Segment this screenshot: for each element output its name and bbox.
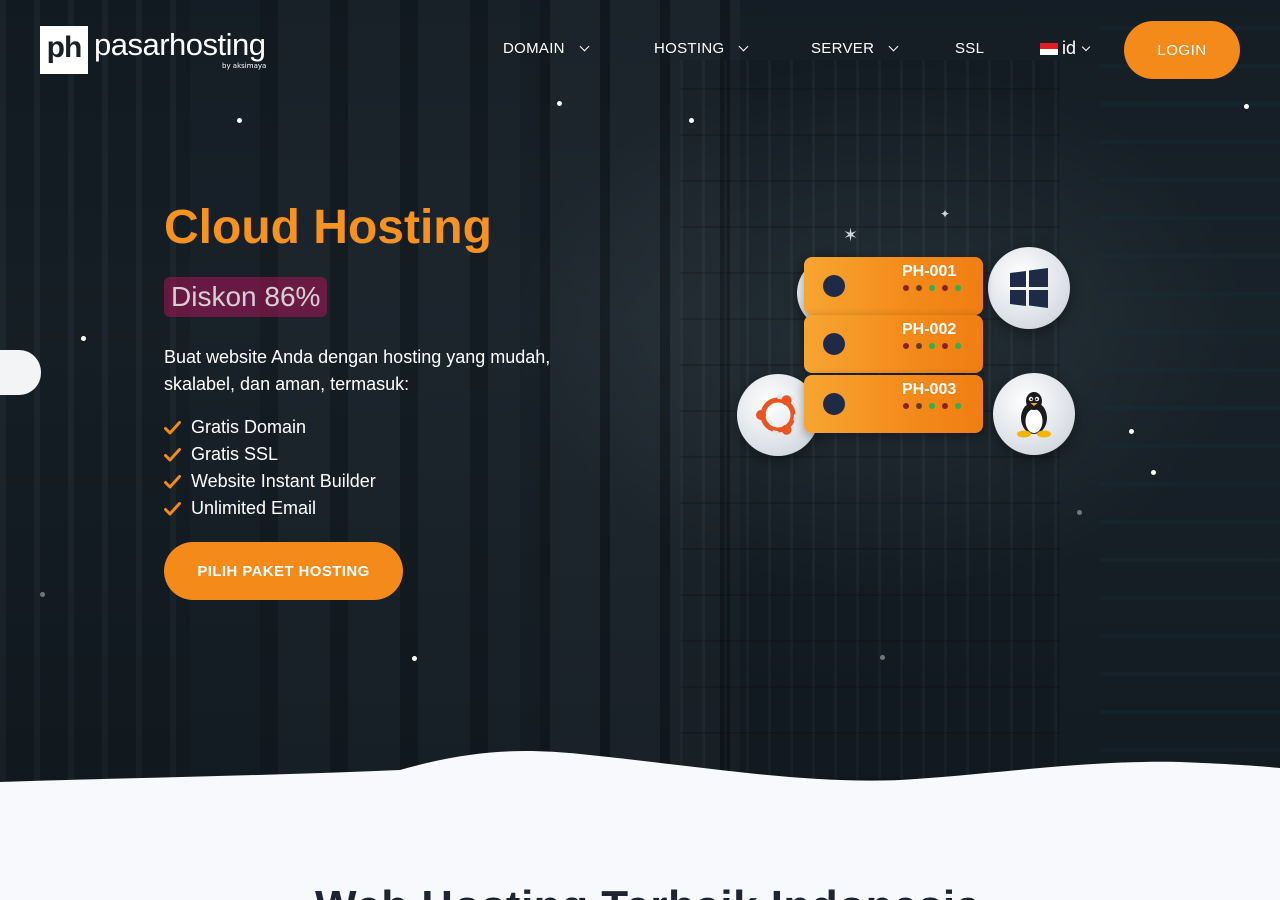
promo-badge: Diskon 86% [164,277,328,317]
windows-logo [1010,268,1048,308]
chevron-down-icon [1081,42,1091,51]
server-power-led [823,333,845,355]
hero-wave-divider [0,751,1280,900]
logo-mark: ph [40,26,88,74]
check-icon [164,501,181,515]
feature-item: Unlimited Email [164,495,376,522]
language-selector[interactable]: id [1040,38,1091,59]
star-dot [557,101,562,106]
windows-icon [988,247,1070,329]
server-status-leds [903,403,961,409]
nav-domain[interactable]: DOMAIN [503,40,590,57]
nav-server[interactable]: SERVER [811,40,899,57]
feature-label: Website Instant Builder [191,471,376,491]
server-power-led [823,393,845,415]
logo-text: pasarhosting [94,27,266,62]
indonesia-flag-icon [1040,42,1058,55]
chevron-down-icon [738,41,749,52]
chevron-down-icon [888,41,899,52]
side-panel-tab[interactable] [0,350,41,395]
server-label: PH-003 [902,381,957,398]
server-unit: PH-002 [804,315,983,373]
star-dot [1151,470,1156,475]
feature-list: Gratis Domain Gratis SSL Website Instant… [164,414,376,522]
star-dot [689,118,694,123]
star-dot [1244,104,1249,109]
server-unit: PH-003 [804,375,983,433]
server-label: PH-001 [902,263,957,280]
brand-logo[interactable]: ph pasarhosting by aksimaya [40,26,266,74]
star-dot [81,336,86,341]
server-unit: PH-001 [804,257,983,315]
server-status-leds [903,285,961,291]
server-label: PH-002 [902,321,957,338]
star-dot [880,655,885,660]
hero-description: Buat website Anda dengan hosting yang mu… [164,347,551,394]
language-code: id [1062,38,1077,58]
sparkle-icon: ✦ [940,207,951,221]
server-status-leds [903,343,961,349]
ubuntu-logo [756,395,798,435]
chevron-down-icon [579,41,590,52]
star-dot [1129,429,1134,434]
star-dot [40,592,45,597]
nav-ssl[interactable]: SSL [955,40,984,57]
nav-label: SERVER [811,40,875,57]
nav-label: DOMAIN [503,40,565,57]
star-dot [237,118,242,123]
check-icon [164,447,181,461]
feature-item: Website Instant Builder [164,468,376,495]
hero-title: Cloud Hosting [164,201,492,254]
feature-label: Gratis Domain [191,417,307,437]
server-power-led [823,275,845,297]
sparkle-icon: ✶ [843,225,859,246]
star-dot [412,656,417,661]
nav-hosting[interactable]: HOSTING [654,40,749,57]
linux-tux-icon [993,373,1075,455]
nav-label: HOSTING [654,40,725,57]
star-dot [1077,510,1082,515]
tux-logo [1017,392,1051,438]
choose-hosting-plan-button[interactable]: PILIH PAKET HOSTING [164,542,403,600]
check-icon [164,474,181,488]
logo-tagline: by aksimaya [222,62,267,70]
feature-item: Gratis Domain [164,414,376,441]
check-icon [164,420,181,434]
login-button[interactable]: LOGIN [1124,21,1240,79]
section-heading: Web Hosting Terbaik Indonesia [315,882,981,900]
feature-label: Unlimited Email [191,498,317,518]
feature-item: Gratis SSL [164,441,376,468]
nav-label: SSL [955,40,985,57]
feature-label: Gratis SSL [191,444,279,464]
